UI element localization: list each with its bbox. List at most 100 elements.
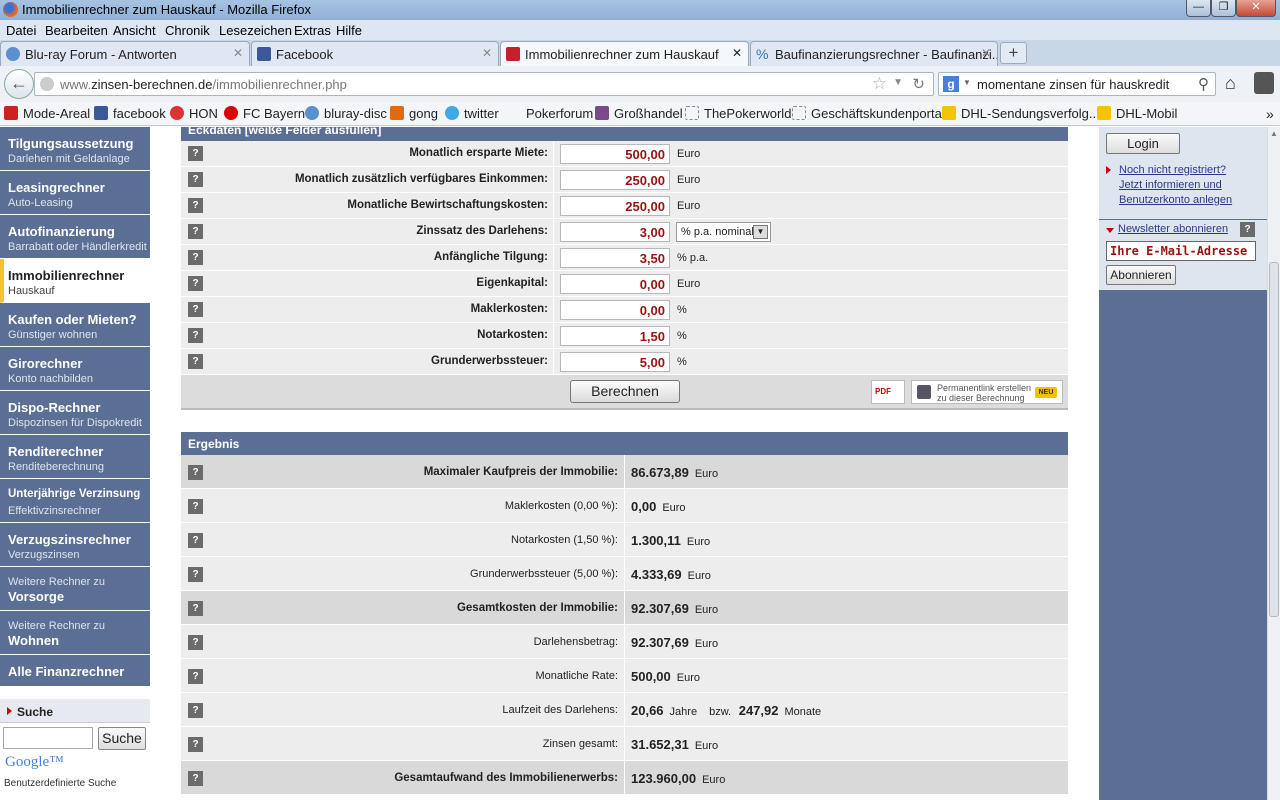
menu-bearbeiten[interactable]: Bearbeiten [45, 23, 108, 38]
bookmark-star-icon[interactable]: ☆ [872, 74, 887, 94]
newsletter-link[interactable]: Newsletter abonnieren [1118, 223, 1228, 235]
sidebar-item-dispo-rechner[interactable]: Dispo-Rechner Dispozinsen für Dispokredit [0, 391, 150, 435]
help-icon[interactable]: ? [188, 198, 203, 213]
chevron-down-icon[interactable]: ▼ [753, 225, 768, 239]
search-bar[interactable]: g ▼ momentane zinsen für hauskredit ⚲ [938, 72, 1216, 96]
tab-immobilienrechner[interactable]: Immobilienrechner zum Hauskauf ✕ [500, 41, 749, 66]
sidebar-item-leasingrechner[interactable]: Leasingrechner Auto-Leasing [0, 171, 150, 215]
close-tab-icon[interactable]: ✕ [482, 46, 492, 60]
help-icon[interactable]: ? [188, 533, 203, 548]
sidebar-item-tilgungsaussetzung[interactable]: Tilgungsaussetzung Darlehen mit Geldanlag… [0, 127, 150, 171]
help-icon[interactable]: ? [188, 302, 203, 317]
avatar[interactable] [1254, 72, 1274, 94]
help-icon[interactable]: ? [1240, 222, 1255, 237]
engine-dropdown-icon[interactable]: ▼ [963, 78, 971, 87]
subscribe-button[interactable]: Abonnieren [1106, 265, 1176, 285]
sidebar-item-girorechner[interactable]: Girorechner Konto nachbilden [0, 347, 150, 391]
help-icon[interactable]: ? [188, 703, 203, 718]
sidebar-item-unterjaehrige-verzinsung[interactable]: Unterjährige Verzinsung Effektivzinsrechn… [0, 479, 150, 523]
bookmark-bluray-disc[interactable]: bluray-disc [305, 106, 387, 121]
menu-extras[interactable]: Extras [294, 23, 331, 38]
maximize-button[interactable]: ❐ [1211, 0, 1236, 17]
menu-datei[interactable]: Datei [6, 23, 36, 38]
help-icon[interactable]: ? [188, 567, 203, 582]
value-input[interactable]: 0,00 [560, 274, 670, 294]
bookmark-facebook[interactable]: facebook [94, 106, 166, 121]
menu-chronik[interactable]: Chronik [165, 23, 210, 38]
help-icon[interactable]: ? [188, 669, 203, 684]
value-input[interactable]: 500,00 [560, 144, 670, 164]
value-input[interactable]: 250,00 [560, 196, 670, 216]
help-icon[interactable]: ? [188, 771, 203, 786]
help-icon[interactable]: ? [188, 224, 203, 239]
help-icon[interactable]: ? [188, 276, 203, 291]
pdf-icon[interactable]: PDF [871, 380, 905, 404]
help-icon[interactable]: ? [188, 499, 203, 514]
back-button[interactable]: ← [4, 69, 34, 99]
calculate-button[interactable]: Berechnen [570, 380, 680, 403]
bookmark-mode-areal[interactable]: Mode-Areal [4, 106, 90, 121]
scrollbar-thumb[interactable] [1269, 262, 1279, 617]
interest-type-select[interactable]: % p.a. nominal ▼ [676, 222, 771, 242]
close-tab-icon[interactable]: ✕ [732, 46, 742, 60]
bookmark-dhl-sendungsverfolgung[interactable]: DHL-Sendungsverfolg... [942, 106, 1100, 121]
help-icon[interactable]: ? [188, 250, 203, 265]
sidebar-search-input[interactable] [3, 727, 93, 749]
address-bar[interactable]: www.zinsen-berechnen.de/immobilienrechne… [34, 72, 934, 96]
bookmark-twitter[interactable]: twitter [445, 106, 499, 121]
home-icon[interactable]: ⌂ [1225, 73, 1236, 94]
value-input[interactable]: 3,00 [560, 222, 670, 242]
tab-baufinanzierung[interactable]: % Baufinanzierungsrechner - Baufinanzi..… [750, 41, 998, 66]
bookmark-fc-bayern[interactable]: FC Bayern [224, 106, 305, 121]
value-input[interactable]: 0,00 [560, 300, 670, 320]
search-icon[interactable]: ⚲ [1198, 75, 1209, 93]
help-icon[interactable]: ? [188, 635, 203, 650]
sidebar-item-alle-finanzrechner[interactable]: Alle Finanzrechner [0, 655, 150, 687]
value-input[interactable]: 1,50 [560, 326, 670, 346]
help-icon[interactable]: ? [188, 601, 203, 616]
scroll-up-icon[interactable]: ▲ [1270, 129, 1278, 138]
reload-icon[interactable]: ↻ [912, 75, 925, 93]
help-icon[interactable]: ? [188, 354, 203, 369]
sidebar-item-kaufen-oder-mieten[interactable]: Kaufen oder Mieten? Günstiger wohnen [0, 303, 150, 347]
bookmark-hon[interactable]: HON [170, 106, 218, 121]
help-icon[interactable]: ? [188, 328, 203, 343]
close-window-button[interactable]: ✕ [1236, 0, 1276, 17]
bookmark-dhl-mobil[interactable]: DHL-Mobil [1097, 106, 1177, 121]
history-dropdown-icon[interactable]: ▼ [893, 77, 903, 88]
menu-hilfe[interactable]: Hilfe [336, 23, 362, 38]
bookmark-gong[interactable]: gong [390, 106, 438, 121]
value-input[interactable]: 250,00 [560, 170, 670, 190]
email-field[interactable]: Ihre E-Mail-Adresse [1106, 241, 1256, 261]
close-tab-icon[interactable]: ✕ [981, 46, 991, 60]
help-icon[interactable]: ? [188, 737, 203, 752]
login-button[interactable]: Login [1106, 133, 1180, 154]
more-bookmarks-chevron-icon[interactable]: » [1266, 106, 1274, 122]
google-icon[interactable]: g [943, 76, 959, 92]
help-icon[interactable]: ? [188, 465, 203, 480]
value-input[interactable]: 5,00 [560, 352, 670, 372]
sidebar-item-verzugszinsrechner[interactable]: Verzugszinsrechner Verzugszinsen [0, 523, 150, 567]
help-icon[interactable]: ? [188, 146, 203, 161]
sidebar-item-wohnen[interactable]: Weitere Rechner zu Wohnen [0, 611, 150, 655]
menu-ansicht[interactable]: Ansicht [113, 23, 156, 38]
tab-facebook[interactable]: Facebook ✕ [251, 41, 499, 66]
sidebar-search-button[interactable]: Suche [98, 727, 146, 750]
new-tab-button[interactable]: + [1000, 42, 1027, 64]
sidebar-item-immobilienrechner[interactable]: Immobilienrechner Hauskauf [0, 259, 150, 303]
bookmark-pokerforum[interactable]: Pokerforum [526, 106, 593, 121]
tab-bluray-forum[interactable]: Blu-ray Forum - Antworten ✕ [0, 41, 250, 66]
menu-lesezeichen[interactable]: Lesezeichen [219, 23, 292, 38]
bookmark-thepokerworld[interactable]: ThePokerworld [685, 106, 791, 121]
help-icon[interactable]: ? [188, 172, 203, 187]
sidebar-item-vorsorge[interactable]: Weitere Rechner zu Vorsorge [0, 567, 150, 611]
bookmark-grosshandel[interactable]: Großhandel [595, 106, 683, 121]
value-input[interactable]: 3,50 [560, 248, 670, 268]
sidebar-item-autofinanzierung[interactable]: Autofinanzierung Barrabatt oder Händlerkr… [0, 215, 150, 259]
sidebar-item-renditerechner[interactable]: Renditerechner Renditeberechnung [0, 435, 150, 479]
bookmark-geschaeftskundenportal[interactable]: Geschäftskundenportal [792, 106, 945, 121]
register-link[interactable]: Noch nicht registriert? Jetzt informiere… [1106, 163, 1232, 208]
permalink-button[interactable]: Permanentlink erstellen zu dieser Berechn… [911, 380, 1063, 404]
minimize-button[interactable]: — [1186, 0, 1211, 17]
page-scrollbar[interactable]: ▲ [1267, 127, 1280, 800]
